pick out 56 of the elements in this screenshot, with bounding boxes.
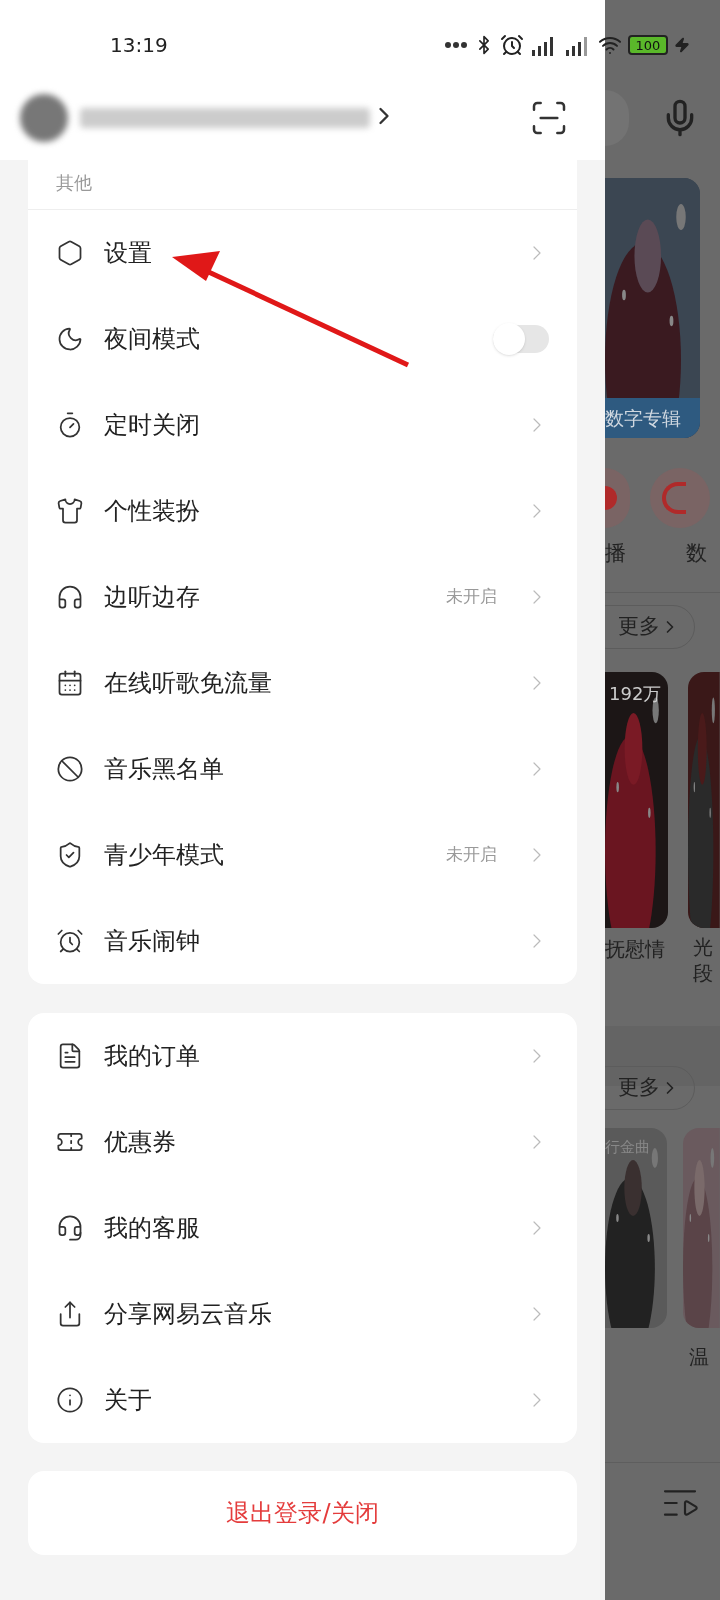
shortcut-label: 数 xyxy=(686,540,707,567)
menu-label: 青少年模式 xyxy=(104,840,225,871)
status-text: 未开启 xyxy=(446,843,497,867)
shirt-icon xyxy=(56,497,84,525)
playlist-title: 段 xyxy=(693,959,713,986)
menu-label: 分享网易云音乐 xyxy=(104,1299,273,1330)
menu-item[interactable]: 我的客服 xyxy=(28,1185,577,1271)
menu-label: 音乐黑名单 xyxy=(104,754,225,785)
charging-icon xyxy=(674,37,690,53)
playlist-title: 抚慰情 xyxy=(605,935,666,963)
menu-item[interactable]: 我的订单 xyxy=(28,1013,577,1099)
menu-label: 关于 xyxy=(104,1385,153,1416)
alarm-clock-icon xyxy=(56,927,84,955)
menu-label: 个性装扮 xyxy=(104,496,201,527)
menu-item[interactable]: 音乐黑名单 xyxy=(28,726,577,812)
toggle-switch[interactable] xyxy=(493,325,549,353)
menu-item[interactable]: 夜间模式 xyxy=(28,296,577,382)
playlist-title: 温 xyxy=(689,1343,709,1371)
album-label: 数字专辑 xyxy=(605,405,681,431)
menu-label: 定时关闭 xyxy=(104,410,201,441)
menu-label: 优惠券 xyxy=(104,1127,177,1158)
playlist-title: 光 xyxy=(693,933,713,960)
play-count: 192万 xyxy=(609,681,662,706)
menu-item[interactable]: 在线听歌免流量 xyxy=(28,640,577,726)
menu-item[interactable]: 设置 xyxy=(28,210,577,296)
search-field[interactable] xyxy=(605,90,629,146)
menu-label: 我的客服 xyxy=(104,1213,201,1244)
status-text: 未开启 xyxy=(446,585,497,609)
moon-icon xyxy=(56,325,84,353)
menu-label: 音乐闹钟 xyxy=(104,926,201,957)
menu-label: 我的订单 xyxy=(104,1041,201,1072)
alarm-clock-icon xyxy=(500,33,524,57)
battery-level: 100 xyxy=(635,38,661,52)
block-icon xyxy=(56,755,84,783)
status-time: 13:19 xyxy=(110,32,168,59)
menu-label: 设置 xyxy=(104,238,153,269)
menu-item[interactable]: 定时关闭 xyxy=(28,382,577,468)
menu-label: 边听边存 xyxy=(104,582,201,613)
menu-label: 夜间模式 xyxy=(104,324,201,355)
info-icon xyxy=(56,1386,84,1414)
headset-icon xyxy=(56,1214,84,1242)
menu-item[interactable]: 青少年模式 未开启 xyxy=(28,812,577,898)
menu-item[interactable]: 个性装扮 xyxy=(28,468,577,554)
headphones-icon xyxy=(56,583,84,611)
menu-item[interactable]: 关于 xyxy=(28,1357,577,1443)
menu-item[interactable]: 优惠券 xyxy=(28,1099,577,1185)
menu-item[interactable]: 边听边存 未开启 xyxy=(28,554,577,640)
calendar-icon xyxy=(56,669,84,697)
section-title: 其他 xyxy=(56,171,92,195)
menu-item[interactable]: 音乐闹钟 xyxy=(28,898,577,984)
hexagon-icon xyxy=(56,239,84,267)
shortcut-label: 播 xyxy=(605,540,626,567)
menu-item[interactable]: 分享网易云音乐 xyxy=(28,1271,577,1357)
logout-button[interactable]: 退出登录/关闭 xyxy=(28,1471,577,1555)
menu-label: 在线听歌免流量 xyxy=(104,668,273,699)
more-dots-icon xyxy=(444,41,468,49)
